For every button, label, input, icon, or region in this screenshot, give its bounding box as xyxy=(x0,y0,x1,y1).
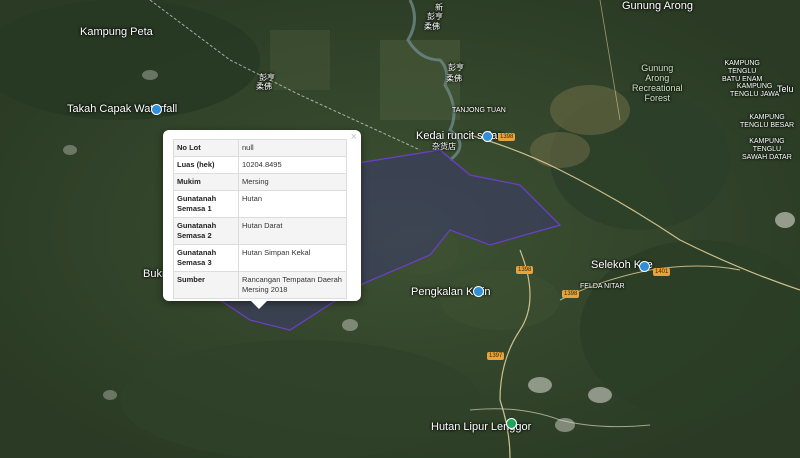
label-chinese-4: 彭亨 xyxy=(448,63,464,72)
place-kampung-tenglu-sawah-datar[interactable]: KAMPUNG TENGLU SAWAH DATAR xyxy=(742,138,792,162)
place-gunung-arong-forest[interactable]: Gunung Arong Recreational Forest xyxy=(632,63,683,103)
pengkalan-kolin-pin-icon[interactable] xyxy=(473,286,484,297)
place-kampung-tenglu-jawa[interactable]: KAMPUNG TENGLU JAWA xyxy=(730,83,779,99)
label-chinese-5: 柔佛 xyxy=(446,74,462,83)
attribute-value: Hutan xyxy=(238,190,347,218)
attribute-row: Sumber Rancangan Tempatan Daerah Mersing … xyxy=(173,271,347,299)
attribute-value: Hutan Simpan Kekal xyxy=(238,244,347,272)
road-shield-1398b: 1398 xyxy=(516,266,534,274)
label-chinese-3: 柔佛 xyxy=(256,82,272,91)
attribute-value: Rancangan Tempatan Daerah Mersing 2018 xyxy=(238,271,347,299)
place-kampung-peta[interactable]: Kampung Peta xyxy=(80,26,153,38)
attribute-value: 10204.8495 xyxy=(238,156,347,174)
attribute-key: Gunatanah Semasa 1 xyxy=(173,190,239,218)
waterfall-pin-icon[interactable] xyxy=(151,104,162,115)
place-telu[interactable]: Telu xyxy=(777,84,794,94)
forest-label-line-1: Gunung xyxy=(641,63,674,73)
attribute-key: Sumber xyxy=(173,271,239,299)
label-line: SAWAH DATAR xyxy=(742,154,792,161)
attribute-value: Hutan Darat xyxy=(238,217,347,245)
label-line: TENGLU xyxy=(727,68,757,75)
place-kampung-tenglu-besar[interactable]: KAMPUNG TENGLU BESAR xyxy=(740,114,794,130)
place-tanjong-tuan[interactable]: TANJONG TUAN xyxy=(452,107,506,114)
attribute-key: Luas (hek) xyxy=(173,156,239,174)
attribute-key: No Lot xyxy=(173,139,239,157)
road-shield-1397: 1397 xyxy=(487,352,505,360)
attribute-row: Mukim Mersing xyxy=(173,173,347,191)
road-shield-1401: 1401 xyxy=(653,268,671,276)
label-line: KAMPUNG xyxy=(736,83,773,90)
attribute-key: Gunatanah Semasa 2 xyxy=(173,217,239,245)
attribute-key: Mukim xyxy=(173,173,239,191)
parcel-attributes-table: No Lot null Luas (hek) 10204.8495 Mukim Mersi… xyxy=(173,139,347,299)
place-felda-nitar[interactable]: FELDA NITAR xyxy=(580,283,625,290)
attribute-row: Luas (hek) 10204.8495 xyxy=(173,156,347,174)
place-gunung-arong[interactable]: Gunung Arong xyxy=(622,0,693,12)
place-kedai-runcit-chinese: 杂货店 xyxy=(432,142,456,151)
attribute-value: Mersing xyxy=(238,173,347,191)
attribute-row: Gunatanah Semasa 1 Hutan xyxy=(173,190,347,218)
close-icon[interactable]: × xyxy=(351,131,357,143)
attribute-key: Gunatanah Semasa 3 xyxy=(173,244,239,272)
attribute-row: Gunatanah Semasa 2 Hutan Darat xyxy=(173,217,347,245)
label-line: KAMPUNG xyxy=(724,60,760,67)
place-kampung-tenglu-batu-enam[interactable]: KAMPUNG TENGLU BATU ENAM xyxy=(722,60,762,84)
shop-pin-icon[interactable] xyxy=(482,131,493,142)
label-line: TENGLU xyxy=(752,146,782,153)
label-line: KAMPUNG xyxy=(749,138,785,145)
attribute-row: No Lot null xyxy=(173,139,347,157)
parcel-info-popup: × No Lot null Luas (hek) 10204.8495 Mukim Mer… xyxy=(163,130,361,309)
road-shield-1398c: 1398 xyxy=(562,290,580,298)
park-pin-icon[interactable] xyxy=(506,418,517,429)
label-line: TENGLU BESAR xyxy=(740,122,795,129)
selekoh-pin-icon[interactable] xyxy=(639,261,650,272)
label-chinese-7: 柔佛 xyxy=(424,22,440,31)
attribute-value: null xyxy=(238,139,347,157)
road-shield-1398a: 1398 xyxy=(498,133,516,141)
label-line: KAMPUNG xyxy=(749,114,785,121)
popup-pointer xyxy=(251,301,267,309)
label-line: TENGLU JAWA xyxy=(730,91,780,98)
forest-label-line-2: Arong xyxy=(645,73,670,83)
attribute-row: Gunatanah Semasa 3 Hutan Simpan Kekal xyxy=(173,244,347,272)
forest-label-line-3: Recreational xyxy=(632,83,683,93)
forest-label-line-4: Forest xyxy=(644,93,671,103)
